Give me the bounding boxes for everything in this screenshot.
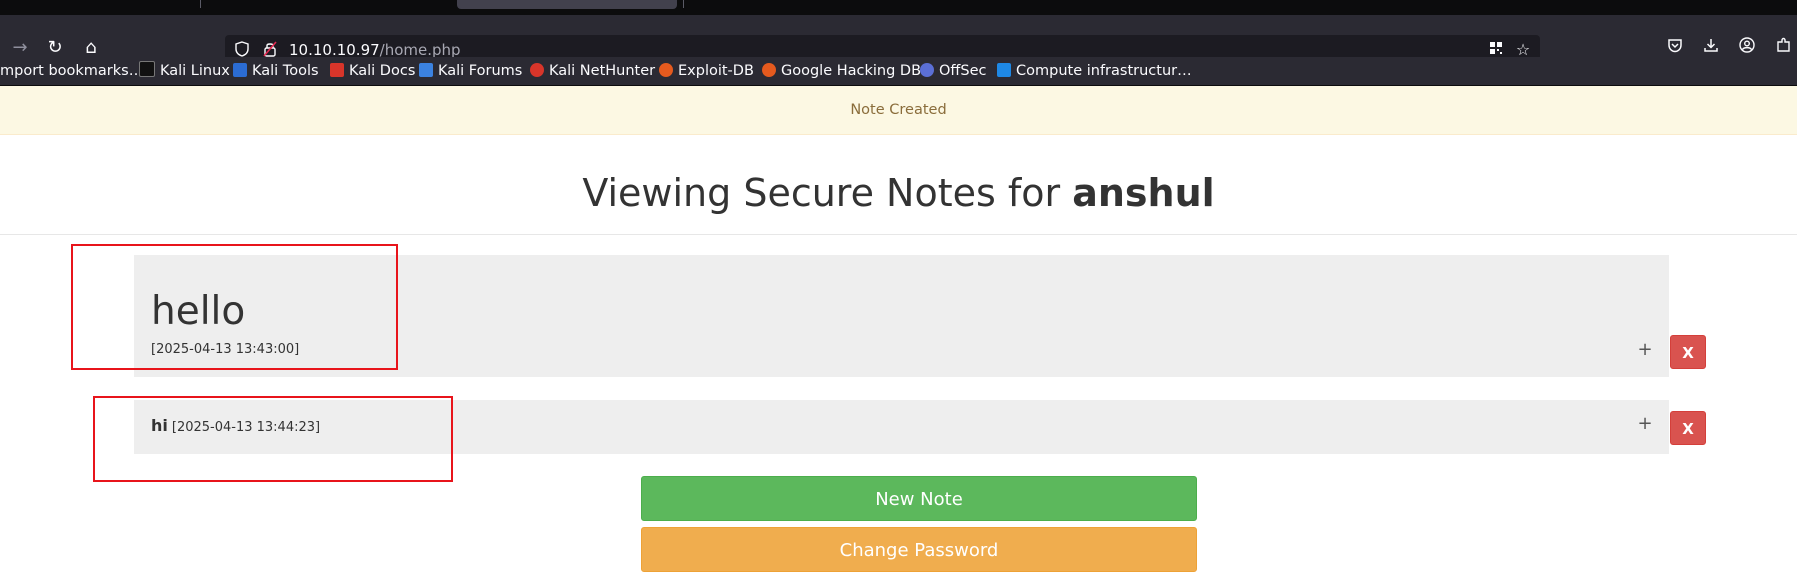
bookmarks-toolbar: mport bookmarks… Kali Linux Kali Tools K… <box>0 57 1797 86</box>
delete-note-button[interactable]: X <box>1670 411 1706 445</box>
bookmark-label: Compute infrastructur… <box>1016 63 1192 79</box>
bookmark-label: Kali NetHunter <box>549 63 656 79</box>
page-title-username: anshul <box>1072 171 1215 215</box>
kali-forums-icon <box>419 63 433 77</box>
bookmark-kali-forums[interactable]: Kali Forums <box>419 61 522 81</box>
bookmark-label: Kali Forums <box>438 63 523 79</box>
annotation-highlight-box <box>71 244 398 370</box>
page-title-prefix: Viewing Secure Notes for <box>582 171 1073 215</box>
bookmark-label: mport bookmarks… <box>0 63 144 79</box>
tab-separator <box>200 0 201 8</box>
exploit-db-icon <box>659 63 673 77</box>
annotation-highlight-box <box>93 396 453 482</box>
bookmark-label: Kali Docs <box>349 63 416 79</box>
bookmark-kali-linux[interactable]: Kali Linux <box>139 61 230 81</box>
bookmark-compute-infrastructure[interactable]: Compute infrastructur… <box>997 61 1192 81</box>
tab-separator <box>683 0 684 8</box>
kali-docs-icon <box>330 63 344 77</box>
page-header: Viewing Secure Notes for anshul <box>0 134 1797 235</box>
ghdb-icon <box>762 63 776 77</box>
kali-tools-icon <box>233 63 247 77</box>
bookmark-kali-tools[interactable]: Kali Tools <box>233 61 319 81</box>
delete-note-button[interactable]: X <box>1670 335 1706 369</box>
kali-nethunter-icon <box>530 63 544 77</box>
bookmark-offsec[interactable]: OffSec <box>920 61 987 81</box>
bookmark-google-hacking-db[interactable]: Google Hacking DB <box>762 61 921 81</box>
bookmark-exploit-db[interactable]: Exploit-DB <box>659 61 754 81</box>
bookmark-label: Exploit-DB <box>678 63 754 79</box>
active-tab[interactable] <box>457 0 677 9</box>
expand-note-icon[interactable]: + <box>1636 413 1654 434</box>
bookmark-import[interactable]: mport bookmarks… <box>0 61 143 81</box>
offsec-icon <box>920 63 934 77</box>
bookmark-kali-nethunter[interactable]: Kali NetHunter <box>530 61 655 81</box>
change-password-button[interactable]: Change Password <box>641 527 1197 572</box>
alert-banner: Note Created <box>0 86 1797 135</box>
azure-icon <box>997 63 1011 77</box>
tab-strip <box>0 0 1797 15</box>
bookmark-label: OffSec <box>939 63 987 79</box>
expand-note-icon[interactable]: + <box>1636 339 1654 360</box>
bookmark-label: Google Hacking DB <box>781 63 922 79</box>
new-note-button[interactable]: New Note <box>641 476 1197 521</box>
page-title: Viewing Secure Notes for anshul <box>0 134 1797 252</box>
bookmark-label: Kali Linux <box>160 63 230 79</box>
alert-text: Note Created <box>850 102 947 118</box>
bookmark-kali-docs[interactable]: Kali Docs <box>330 61 415 81</box>
kali-dragon-icon <box>139 61 155 77</box>
bookmark-label: Kali Tools <box>252 63 319 79</box>
